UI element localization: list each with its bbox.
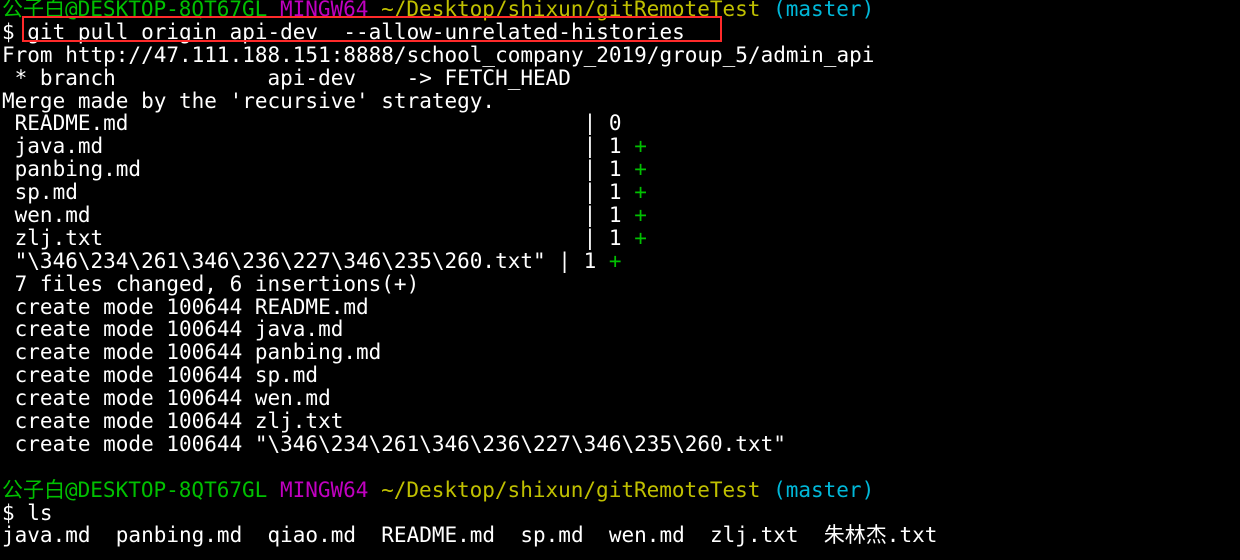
prompt-line: 公子白@DESKTOP-8QT67GL MINGW64 ~/Desktop/sh… (2, 0, 1240, 21)
diffstat-file: README.md (2, 111, 584, 136)
diffstat-count: | 0 (583, 111, 622, 136)
prompt-path: ~/Desktop/shixun/gitRemoteTest (381, 0, 761, 21)
output-line: * branch api-dev -> FETCH_HEAD (2, 65, 571, 90)
diffstat-count: | 1 (583, 157, 622, 182)
diffstat-count: | 1 (583, 134, 622, 159)
diffstat-row: zlj.txt | 1 + (2, 225, 1240, 250)
diffstat-plus: + (634, 225, 647, 250)
diffstat-row: README.md | 0 (2, 112, 1240, 135)
diffstat-file: panbing.md (2, 157, 584, 182)
diffstat-file: java.md (2, 134, 584, 159)
create-mode-line: create mode 100644 java.md (2, 317, 344, 342)
prompt-env: MINGW64 (279, 477, 369, 502)
ls-output: java.md panbing.md qiao.md README.md sp.… (2, 523, 938, 548)
diffstat-count: | 1 (583, 180, 622, 205)
create-mode-line: create mode 100644 "\346\234\261\346\236… (2, 431, 786, 456)
diffstat-count: | 1 (558, 248, 597, 273)
diffstat-count: | 1 (583, 225, 622, 250)
command-line: $ ls (2, 500, 53, 525)
prompt-branch: (master) (773, 477, 875, 502)
diffstat-plus: + (634, 157, 647, 182)
diffstat-file: zlj.txt (2, 225, 584, 250)
output-line: From http://47.111.188.151:8888/school_c… (2, 42, 875, 67)
prompt-path: ~/Desktop/shixun/gitRemoteTest (381, 477, 761, 502)
create-mode-line: create mode 100644 zlj.txt (2, 409, 344, 434)
diffstat-plus: + (634, 134, 647, 159)
create-mode-line: create mode 100644 sp.md (2, 363, 319, 388)
diffstat-file: wen.md (2, 203, 584, 228)
prompt-line: 公子白@DESKTOP-8QT67GL MINGW64 ~/Desktop/sh… (2, 477, 1240, 502)
diffstat-row: wen.md | 1 + (2, 204, 1240, 227)
diffstat-plus: + (634, 203, 647, 228)
diffstat-summary: 7 files changed, 6 insertions(+) (2, 271, 420, 296)
diffstat-row: sp.md | 1 + (2, 181, 1240, 204)
terminal-window[interactable]: 公子白@DESKTOP-8QT67GL MINGW64 ~/Desktop/sh… (2, 0, 1240, 560)
diffstat-row: java.md | 1 + (2, 135, 1240, 158)
diffstat-row: panbing.md | 1 + (2, 158, 1240, 181)
prompt-user: 公子白@DESKTOP-8QT67GL (2, 477, 268, 502)
output-line: Merge made by the 'recursive' strategy. (2, 88, 496, 113)
prompt-user: 公子白@DESKTOP-8QT67GL (2, 0, 268, 21)
diffstat-row: "\346\234\261\346\236\227\346\235\260.tx… (2, 248, 1240, 273)
diffstat-file: "\346\234\261\346\236\227\346\235\260.tx… (2, 248, 559, 273)
create-mode-line: create mode 100644 panbing.md (2, 340, 382, 365)
create-mode-line: create mode 100644 README.md (2, 294, 369, 319)
command-line: $ git pull origin api-dev --allow-unrela… (2, 19, 685, 44)
diffstat-plus: + (634, 180, 647, 205)
diffstat-count: | 1 (583, 203, 622, 228)
prompt-branch: (master) (773, 0, 875, 21)
diffstat-plus: + (608, 248, 622, 273)
diffstat-file: sp.md (2, 180, 584, 205)
prompt-env: MINGW64 (279, 0, 369, 21)
create-mode-line: create mode 100644 wen.md (2, 386, 331, 411)
